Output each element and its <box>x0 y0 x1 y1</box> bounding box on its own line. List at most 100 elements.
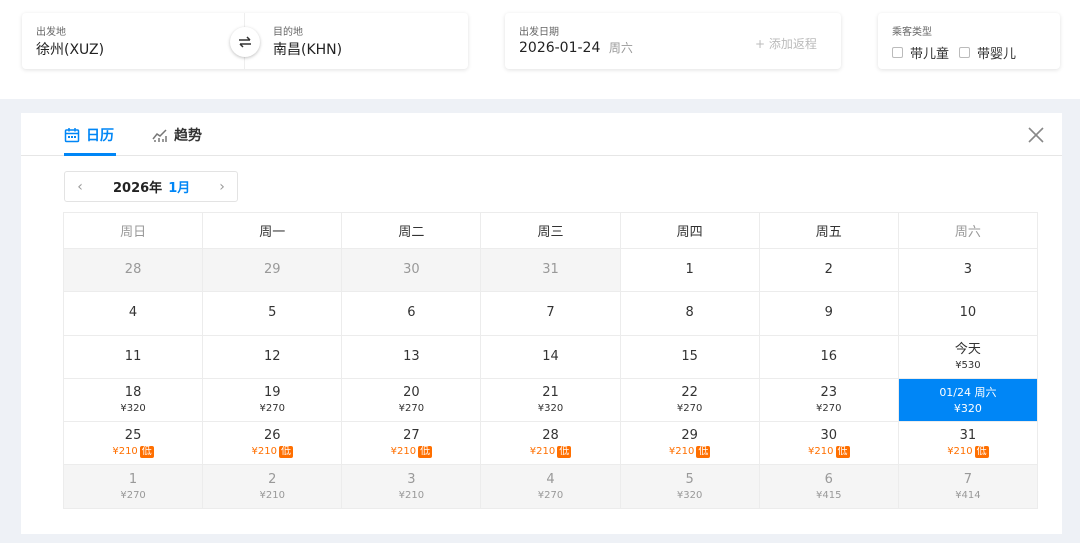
calendar-day[interactable]: 19 ¥270 <box>203 378 343 423</box>
date-card[interactable]: 出发日期 2026-01-24 周六 + 添加返程 <box>505 13 841 69</box>
tab-trend[interactable]: 趋势 <box>152 125 202 145</box>
day-number: 30 <box>820 428 838 444</box>
day-number: 6 <box>407 305 416 321</box>
day-price-wrap: ¥320 <box>120 402 145 415</box>
swap-arrows-icon <box>239 36 251 48</box>
day-number: 6 <box>824 471 833 487</box>
calendar-day[interactable]: 11 <box>64 335 204 379</box>
calendar-day[interactable]: 29 <box>203 249 343 293</box>
calendar-day[interactable]: 9 <box>759 292 899 336</box>
low-price-badge: 低 <box>557 445 572 458</box>
calendar-day[interactable]: 29 ¥210 低 <box>620 422 760 466</box>
calendar-day[interactable]: 6 ¥415 <box>759 465 899 509</box>
weekday-header: 周四 <box>620 213 760 249</box>
day-number: 今天 <box>954 341 981 357</box>
day-number: 2 <box>268 471 277 487</box>
calendar-day[interactable]: 23 ¥270 <box>759 378 899 423</box>
calendar-day[interactable]: 31 ¥210 低 <box>898 422 1038 466</box>
day-number: 31 <box>542 262 559 278</box>
calendar-day[interactable]: 25 ¥210 低 <box>64 422 204 466</box>
calendar-day[interactable]: 16 <box>759 335 899 379</box>
low-price-badge: 低 <box>696 445 711 458</box>
calendar-day-selected[interactable]: 01/24 周六 ¥320 <box>898 378 1038 423</box>
calendar-day[interactable]: 4 ¥270 <box>481 465 621 509</box>
day-price: ¥270 <box>120 489 146 501</box>
day-number: 15 <box>681 348 698 364</box>
calendar-day[interactable]: 7 <box>481 292 621 336</box>
calendar-day[interactable]: 14 <box>481 335 621 379</box>
calendar-day[interactable]: 28 ¥210 低 <box>481 422 621 466</box>
day-number: 18 <box>124 385 142 401</box>
low-price-badge: 低 <box>418 445 433 458</box>
calendar-day[interactable]: 13 <box>342 335 482 379</box>
calendar-day[interactable]: 1 ¥270 <box>64 465 204 509</box>
day-price: ¥270 <box>398 403 425 415</box>
date-field[interactable]: 2026-01-24 周六 <box>519 39 633 56</box>
weekday-header-row: 周日 周一 周二 周三 周四 周五 周六 <box>64 213 1038 249</box>
calendar-day[interactable]: 12 <box>203 335 343 379</box>
day-number: 1 <box>685 262 694 278</box>
calendar-day[interactable]: 30 <box>342 249 482 293</box>
calendar-day[interactable]: 28 <box>64 249 204 293</box>
calendar-day[interactable]: 31 <box>481 249 621 293</box>
checkbox-icon <box>959 47 970 58</box>
day-number: 01/24 周六 <box>939 386 997 400</box>
calendar-day[interactable]: 21 ¥320 <box>481 378 621 423</box>
calendar-day[interactable]: 5 <box>203 292 343 336</box>
day-number: 23 <box>820 385 838 401</box>
calendar-day[interactable]: 20 ¥270 <box>342 378 482 423</box>
swap-button[interactable] <box>230 27 260 57</box>
calendar-day[interactable]: 1 <box>620 249 760 293</box>
child-checkbox[interactable]: 带儿童 <box>892 43 949 62</box>
day-number: 1 <box>128 471 138 487</box>
calendar-day[interactable]: 2 <box>759 249 899 293</box>
tab-calendar[interactable]: 日历 <box>64 125 114 145</box>
calendar-day[interactable]: 3 <box>898 249 1038 293</box>
calendar-day[interactable]: 26 ¥210 低 <box>203 422 343 466</box>
calendar-day[interactable]: 15 <box>620 335 760 379</box>
calendar-day[interactable]: 6 <box>342 292 482 336</box>
chevron-right-icon[interactable]: › <box>207 179 237 195</box>
calendar-day[interactable]: 18 ¥320 <box>64 378 204 423</box>
trend-chart-icon <box>152 129 167 142</box>
calendar-day[interactable]: 8 <box>620 292 760 336</box>
calendar-week-row: 4 5 6 7 8 9 10 <box>64 292 1038 336</box>
chevron-left-icon[interactable]: ‹ <box>65 179 95 195</box>
calendar-day[interactable]: 今天 ¥530 <box>898 335 1038 379</box>
month-navigator: ‹ 2026年 1月 › <box>64 171 238 202</box>
calendar-day[interactable]: 27 ¥210 低 <box>342 422 482 466</box>
day-price: ¥414 <box>955 489 981 501</box>
calendar-day[interactable]: 4 <box>64 292 204 336</box>
tab-trend-label: 趋势 <box>174 128 202 144</box>
calendar-week-row: 18 ¥320 19 ¥270 20 ¥270 21 ¥320 22 ¥270 23 ¥270 01/2… <box>64 378 1038 423</box>
day-price-wrap: ¥210 低 <box>668 445 711 458</box>
day-number: 25 <box>124 428 142 444</box>
day-price-wrap: ¥320 <box>954 402 982 415</box>
calendar-day[interactable]: 7 ¥414 <box>898 465 1038 509</box>
weekday-header: 周六 <box>898 213 1038 249</box>
to-field[interactable]: 南昌(KHN) <box>273 39 342 59</box>
passenger-label: 乘客类型 <box>892 27 932 38</box>
calendar-day[interactable]: 10 <box>898 292 1038 336</box>
day-price: ¥320 <box>537 403 564 415</box>
day-price: ¥210 <box>668 446 695 458</box>
infant-checkbox[interactable]: 带婴儿 <box>959 43 1016 62</box>
calendar-day[interactable]: 5 ¥320 <box>620 465 760 509</box>
calendar-day[interactable]: 22 ¥270 <box>620 378 760 423</box>
calendar-day[interactable]: 3 ¥210 <box>342 465 482 509</box>
calendar-day[interactable]: 2 ¥210 <box>203 465 343 509</box>
day-price: ¥530 <box>955 359 981 371</box>
infant-checkbox-label: 带婴儿 <box>977 47 1017 62</box>
calendar-grid: 周日 周一 周二 周三 周四 周五 周六 28 29 30 31 1 2 3 4 5 6 7 8 9 10 11 12 13… <box>63 212 1038 509</box>
from-field[interactable]: 徐州(XUZ) <box>36 39 104 59</box>
day-number: 31 <box>959 428 977 444</box>
add-return-button[interactable]: + 添加返程 <box>755 35 817 52</box>
day-price-wrap: ¥270 <box>538 489 563 502</box>
active-tab-indicator <box>64 153 116 156</box>
day-price-wrap: ¥415 <box>816 489 841 502</box>
passenger-card: 乘客类型 带儿童 带婴儿 <box>878 13 1060 69</box>
day-price-wrap: ¥270 <box>816 402 841 415</box>
calendar-day[interactable]: 30 ¥210 低 <box>759 422 899 466</box>
day-number: 5 <box>268 305 277 321</box>
close-icon[interactable] <box>1026 125 1046 145</box>
